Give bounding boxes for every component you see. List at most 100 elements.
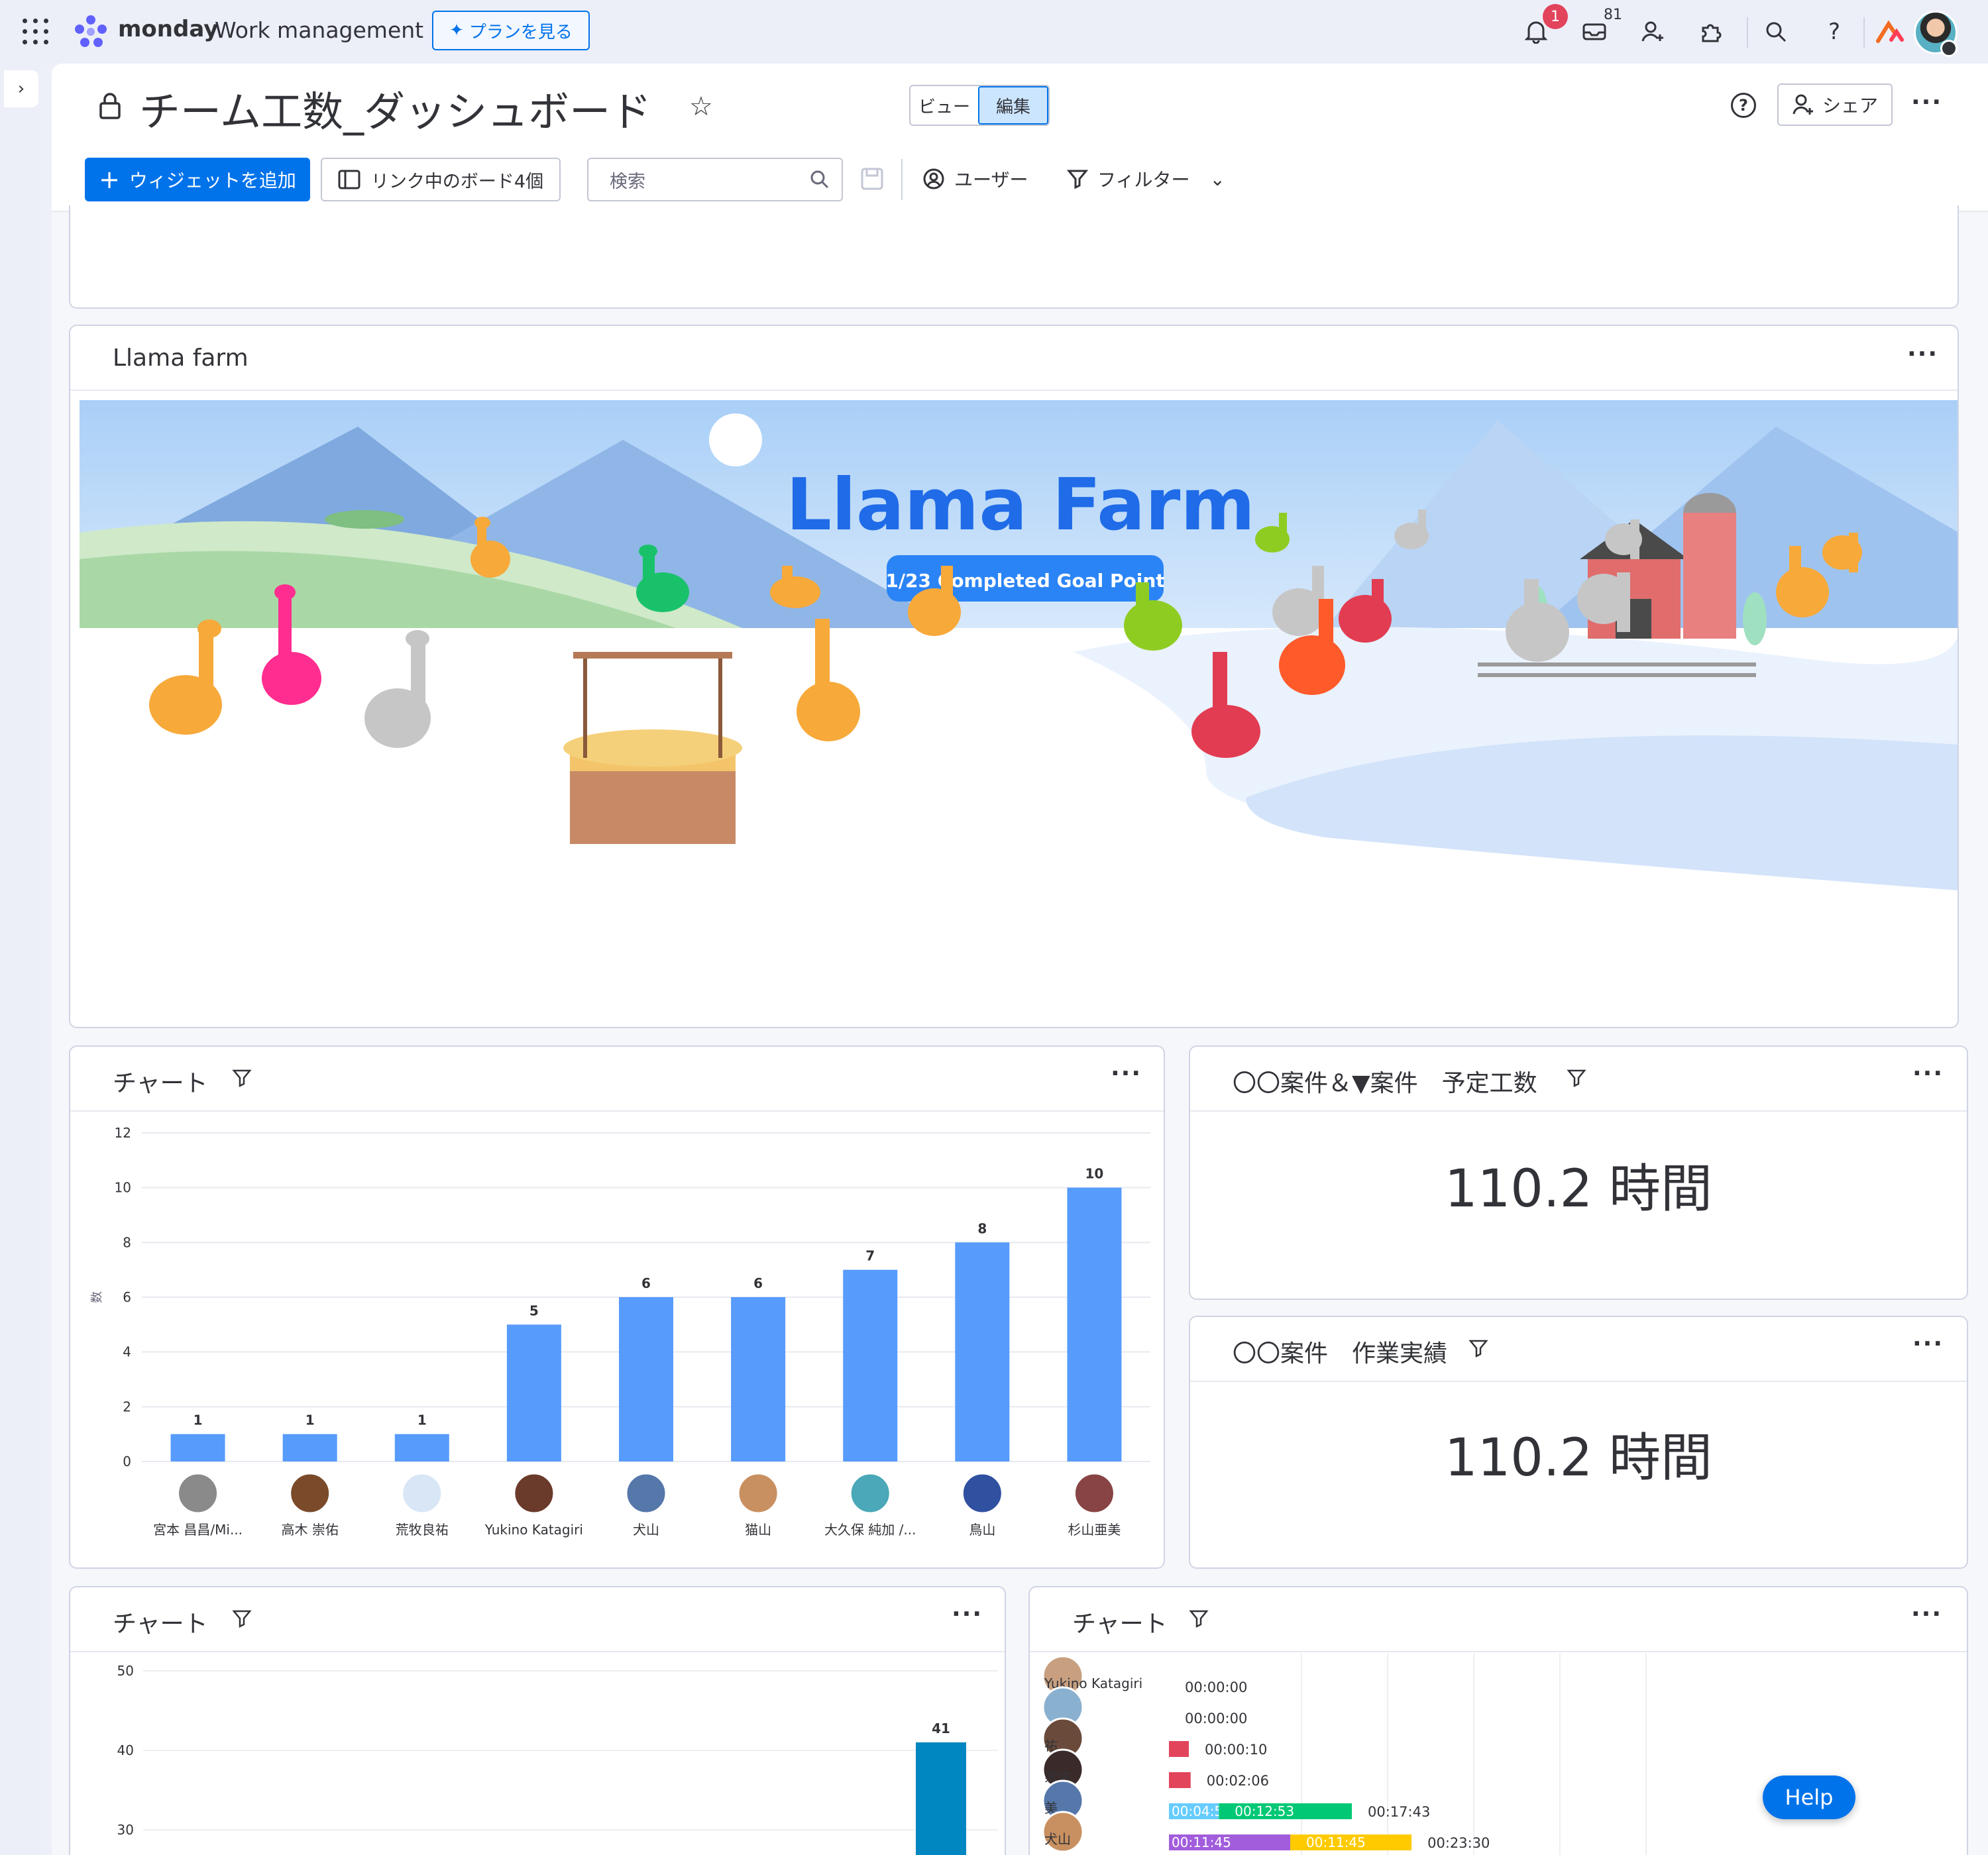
chart1-y-tick: 2	[123, 1399, 131, 1414]
chart1-x-label: 猫山	[745, 1522, 771, 1538]
chart1-x-label: 荒牧良祐	[396, 1522, 449, 1538]
llama-widget-divider	[70, 390, 1958, 391]
number1-value: 110.2 時間	[1444, 1159, 1713, 1219]
chart1-bar[interactable]	[506, 1324, 561, 1461]
favorite-star-icon[interactable]: ☆	[689, 91, 713, 122]
chart1-bar[interactable]	[843, 1269, 898, 1461]
inbox-count: 81	[1604, 7, 1622, 23]
save-view-icon[interactable]	[860, 167, 884, 191]
share-label: シェア	[1822, 95, 1878, 117]
page-title[interactable]: チーム工数_ダッシュボード	[139, 78, 651, 138]
search-icon[interactable]	[1761, 17, 1791, 46]
chart1-bar-value: 5	[529, 1302, 539, 1318]
chart1-bar[interactable]	[955, 1242, 1010, 1461]
see-plans-button[interactable]: ✦ プランを見る	[432, 11, 590, 50]
number1-title: 〇〇案件＆▼案件 予定工数	[1233, 1070, 1537, 1097]
chart1-more-icon[interactable]: ···	[1111, 1060, 1142, 1087]
chart1-bar[interactable]	[170, 1434, 225, 1461]
number1-more-icon[interactable]: ···	[1912, 1060, 1944, 1087]
chart3-more-icon[interactable]: ···	[1911, 1601, 1942, 1628]
brand-name: monday	[118, 16, 219, 42]
number1-filter-icon[interactable]	[1567, 1068, 1586, 1088]
chart3-total-label: 00:17:43	[1368, 1804, 1430, 1820]
chart1-y-tick: 12	[115, 1125, 131, 1141]
number-widget-actual: 〇〇案件 作業実績 ··· 110.2 時間	[1189, 1316, 1968, 1569]
invite-members-icon[interactable]	[1638, 17, 1667, 46]
share-person-icon	[1793, 94, 1813, 115]
chart2-more-icon[interactable]: ···	[952, 1601, 983, 1628]
chart3-bar-segment[interactable]	[1169, 1772, 1191, 1788]
chart1-bar[interactable]	[1067, 1187, 1122, 1461]
chart1-x-label: 鳥山	[969, 1522, 995, 1538]
chart1-x-label: 高木 崇佑	[281, 1522, 338, 1538]
chart2-title: チャート	[113, 1611, 208, 1638]
apps-marketplace-icon[interactable]	[1875, 20, 1905, 44]
widget-partial-top	[69, 205, 1959, 309]
number2-filter-icon[interactable]	[1468, 1338, 1488, 1358]
product-name: Work management	[215, 17, 424, 43]
chart1-person-avatar	[625, 1472, 667, 1514]
chart2-filter-icon[interactable]	[232, 1609, 252, 1628]
number2-value: 110.2 時間	[1444, 1428, 1713, 1488]
chart1-bar[interactable]	[394, 1434, 449, 1461]
chart3-filter-icon[interactable]	[1189, 1609, 1209, 1628]
chart1-bar-chart: 0 2 4 6 8 10 12 数 1 宮本 昌昌/Mi... 1 高木 崇佑 1 荒牧良祐 5 Yukino…	[90, 1125, 1150, 1538]
filter-button[interactable]: フィルター ⌄	[1067, 166, 1225, 192]
help-button[interactable]: Help	[1763, 1776, 1855, 1819]
widget-help-icon[interactable]: ?	[1731, 93, 1756, 118]
header-more-icon[interactable]: ···	[1911, 89, 1942, 116]
chart3-row-label: 犬山	[1044, 1831, 1071, 1847]
chart1-person-avatar	[401, 1472, 443, 1514]
chart2-bar-value: 41	[932, 1721, 950, 1736]
apps-grid-icon[interactable]	[23, 19, 49, 45]
chart1-bar-value: 1	[417, 1412, 427, 1428]
chart1-person-avatar	[513, 1472, 555, 1514]
integrations-puzzle-icon[interactable]	[1696, 17, 1726, 46]
llama-farm-widget: Llama farm ··· Llama Farm 1/23 Completed…	[69, 325, 1959, 1028]
search-field-icon	[810, 170, 829, 189]
chart1-x-label: 宮本 昌昌/Mi...	[153, 1522, 243, 1538]
number2-more-icon[interactable]: ···	[1912, 1330, 1944, 1357]
chart1-bar-value: 7	[865, 1248, 875, 1264]
chart2-bar[interactable]	[916, 1742, 966, 1855]
chart1-person-avatar	[737, 1472, 779, 1514]
chart2-y-tick: 30	[117, 1822, 134, 1838]
search-input[interactable]: 検索	[587, 158, 843, 201]
topbar-divider-2	[1863, 17, 1865, 48]
monday-logo-icon	[75, 15, 107, 47]
tab-view[interactable]: ビュー	[911, 86, 978, 125]
chart1-person-avatar	[177, 1472, 219, 1514]
chart3-bar-segment[interactable]	[1169, 1741, 1189, 1757]
home-status-icon	[1940, 40, 1958, 57]
expand-sidebar-chevron-icon[interactable]: ›	[4, 70, 38, 107]
chart1-bar-value: 10	[1085, 1166, 1104, 1182]
chart1-person-avatar	[289, 1472, 331, 1514]
chart1-bar[interactable]	[282, 1434, 337, 1461]
linked-boards-label: リンク中のボード4個	[370, 171, 544, 192]
chart1-bar-value: 6	[753, 1275, 763, 1291]
chart1-y-tick: 6	[123, 1289, 131, 1305]
add-widget-button[interactable]: + ウィジェットを追加	[85, 158, 310, 201]
linked-boards-button[interactable]: リンク中のボード4個	[321, 158, 561, 201]
chart1-y-tick: 10	[115, 1180, 131, 1196]
chart2-y-tick: 50	[117, 1663, 134, 1679]
chart1-filter-icon[interactable]	[232, 1068, 252, 1088]
chart1-person-avatar	[849, 1472, 891, 1514]
see-plans-label: プランを見る	[469, 22, 573, 42]
chart3-segment-label: 00:11:45	[1172, 1834, 1231, 1850]
user-filter-button[interactable]: ユーザー	[922, 166, 1028, 192]
llama-widget-more-icon[interactable]: ···	[1907, 341, 1938, 368]
help-question-icon[interactable]: ?	[1820, 17, 1849, 46]
chart1-y-tick: 0	[123, 1454, 131, 1469]
top-bar: monday Work management ✦ プランを見る 1 81 ?	[0, 0, 1988, 64]
chart3-total-label: 00:02:06	[1207, 1773, 1269, 1789]
share-button[interactable]: シェア	[1777, 83, 1893, 126]
chart1-bar[interactable]	[731, 1297, 786, 1461]
filter-label: フィルター	[1097, 169, 1190, 191]
chart1-bar[interactable]	[619, 1297, 673, 1461]
chart-widget-1: チャート ··· 0 2 4 6 8 10 12 数 1 宮本 昌昌/Mi... 1 高木 崇佑 1 荒牧…	[69, 1045, 1165, 1569]
chart3-total-label: 00:00:10	[1205, 1742, 1267, 1758]
tab-edit[interactable]: 編集	[978, 86, 1048, 125]
topbar-divider	[1747, 17, 1748, 48]
notifications-badge: 1	[1543, 4, 1568, 29]
